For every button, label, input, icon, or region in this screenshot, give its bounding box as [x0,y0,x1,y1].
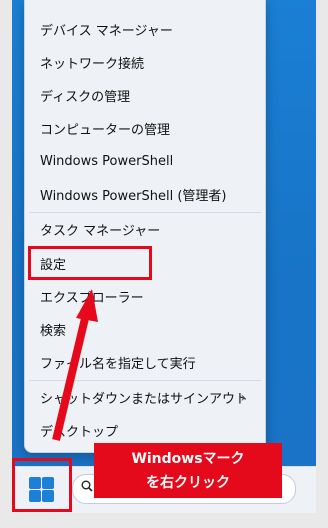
callout-line-1: Windowsマーク [131,450,245,467]
annotation-callout: Windowsマーク を右クリック [94,443,282,498]
callout-line-2: を右クリック [146,474,230,491]
